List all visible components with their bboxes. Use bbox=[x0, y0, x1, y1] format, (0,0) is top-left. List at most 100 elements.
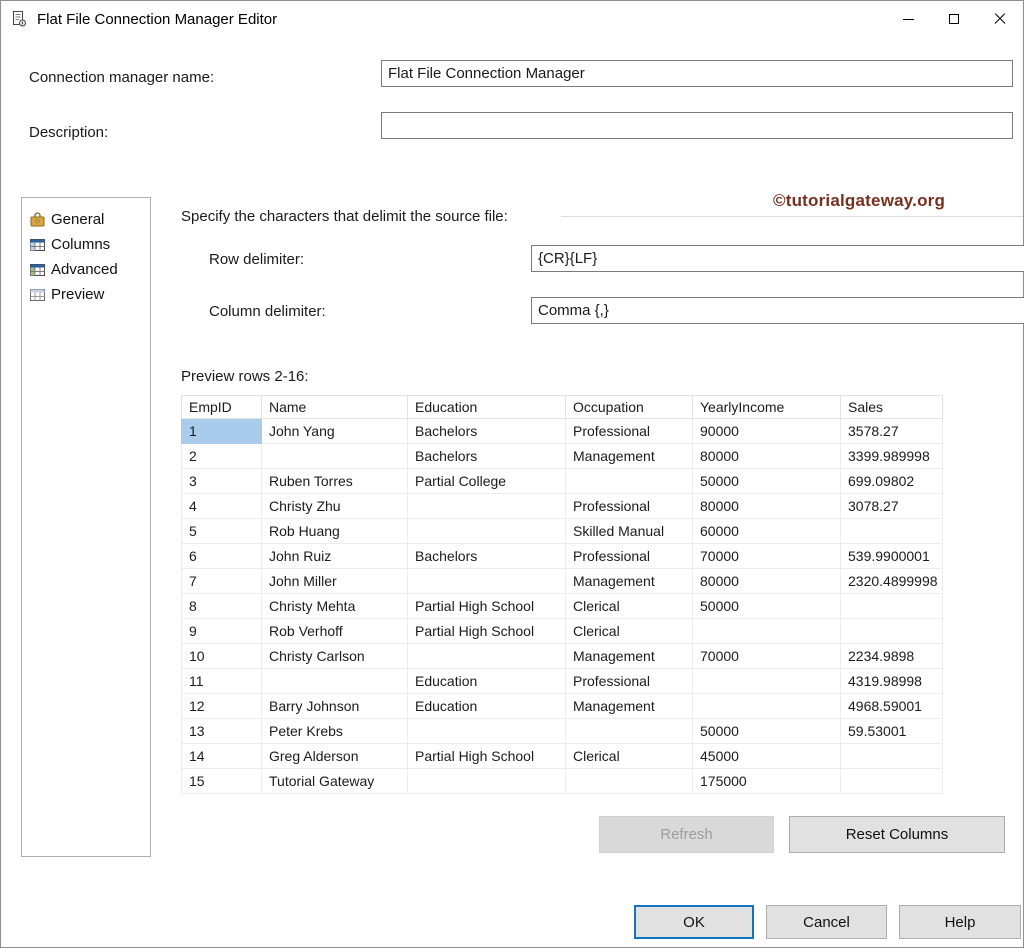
table-cell[interactable] bbox=[566, 719, 693, 744]
table-cell[interactable] bbox=[566, 769, 693, 794]
table-cell[interactable] bbox=[841, 594, 943, 619]
table-cell[interactable]: Christy Zhu bbox=[262, 494, 408, 519]
table-cell[interactable]: 80000 bbox=[693, 494, 841, 519]
table-cell[interactable]: 80000 bbox=[693, 569, 841, 594]
table-cell[interactable]: 45000 bbox=[693, 744, 841, 769]
table-cell[interactable]: 90000 bbox=[693, 419, 841, 444]
table-cell[interactable] bbox=[408, 569, 566, 594]
table-cell[interactable]: 80000 bbox=[693, 444, 841, 469]
table-cell[interactable] bbox=[841, 769, 943, 794]
column-header[interactable]: Occupation bbox=[566, 396, 693, 419]
table-cell[interactable]: 3578.27 bbox=[841, 419, 943, 444]
table-cell[interactable]: Peter Krebs bbox=[262, 719, 408, 744]
table-cell[interactable]: Management bbox=[566, 694, 693, 719]
table-cell[interactable]: 50000 bbox=[693, 469, 841, 494]
table-cell[interactable] bbox=[408, 519, 566, 544]
table-cell[interactable]: Bachelors bbox=[408, 444, 566, 469]
table-cell[interactable]: 7 bbox=[182, 569, 262, 594]
reset-columns-button[interactable]: Reset Columns bbox=[789, 816, 1005, 853]
table-cell[interactable]: 2320.4899998 bbox=[841, 569, 943, 594]
table-cell[interactable]: 539.9900001 bbox=[841, 544, 943, 569]
table-cell[interactable] bbox=[408, 719, 566, 744]
table-cell[interactable]: 4968.59001 bbox=[841, 694, 943, 719]
connection-name-input[interactable] bbox=[381, 60, 1013, 87]
table-cell[interactable] bbox=[262, 669, 408, 694]
table-cell[interactable]: 4319.98998 bbox=[841, 669, 943, 694]
table-cell[interactable]: Partial College bbox=[408, 469, 566, 494]
table-cell[interactable] bbox=[408, 494, 566, 519]
table-cell[interactable]: 9 bbox=[182, 619, 262, 644]
table-cell[interactable]: 13 bbox=[182, 719, 262, 744]
ok-button[interactable]: OK bbox=[634, 905, 754, 939]
description-input[interactable] bbox=[381, 112, 1013, 139]
column-header[interactable]: Name bbox=[262, 396, 408, 419]
table-cell[interactable]: 175000 bbox=[693, 769, 841, 794]
table-cell[interactable]: 5 bbox=[182, 519, 262, 544]
table-cell[interactable]: 59.53001 bbox=[841, 719, 943, 744]
table-cell[interactable]: Greg Alderson bbox=[262, 744, 408, 769]
close-button[interactable] bbox=[977, 1, 1023, 37]
table-cell[interactable]: 15 bbox=[182, 769, 262, 794]
column-header[interactable]: EmpID bbox=[182, 396, 262, 419]
table-cell[interactable]: 8 bbox=[182, 594, 262, 619]
table-cell[interactable]: Bachelors bbox=[408, 544, 566, 569]
table-cell[interactable] bbox=[841, 519, 943, 544]
table-cell[interactable]: Christy Carlson bbox=[262, 644, 408, 669]
cancel-button[interactable]: Cancel bbox=[766, 905, 887, 939]
table-cell[interactable]: 70000 bbox=[693, 644, 841, 669]
sidebar-item-general[interactable]: General bbox=[22, 207, 150, 232]
table-cell[interactable]: Barry Johnson bbox=[262, 694, 408, 719]
table-cell[interactable]: 12 bbox=[182, 694, 262, 719]
table-cell[interactable]: Professional bbox=[566, 544, 693, 569]
table-cell[interactable]: Professional bbox=[566, 494, 693, 519]
table-cell[interactable] bbox=[841, 619, 943, 644]
refresh-button[interactable]: Refresh bbox=[599, 816, 774, 853]
table-cell[interactable]: John Yang bbox=[262, 419, 408, 444]
table-cell[interactable] bbox=[408, 769, 566, 794]
row-delimiter-input[interactable] bbox=[531, 245, 1024, 272]
table-cell[interactable] bbox=[693, 694, 841, 719]
table-cell[interactable]: Clerical bbox=[566, 744, 693, 769]
table-cell[interactable]: Rob Verhoff bbox=[262, 619, 408, 644]
table-cell[interactable] bbox=[693, 669, 841, 694]
sidebar-item-advanced[interactable]: Advanced bbox=[22, 257, 150, 282]
table-cell[interactable]: 1 bbox=[182, 419, 262, 444]
table-cell[interactable]: John Miller bbox=[262, 569, 408, 594]
table-cell[interactable]: 2 bbox=[182, 444, 262, 469]
minimize-button[interactable] bbox=[885, 1, 931, 37]
table-cell[interactable]: Management bbox=[566, 644, 693, 669]
table-cell[interactable] bbox=[841, 744, 943, 769]
table-cell[interactable]: 11 bbox=[182, 669, 262, 694]
table-cell[interactable] bbox=[693, 619, 841, 644]
table-cell[interactable]: 50000 bbox=[693, 594, 841, 619]
table-cell[interactable]: Partial High School bbox=[408, 619, 566, 644]
table-cell[interactable]: 50000 bbox=[693, 719, 841, 744]
table-cell[interactable]: 3 bbox=[182, 469, 262, 494]
table-cell[interactable]: Partial High School bbox=[408, 744, 566, 769]
table-cell[interactable]: Professional bbox=[566, 669, 693, 694]
table-cell[interactable]: 3078.27 bbox=[841, 494, 943, 519]
table-cell[interactable]: 10 bbox=[182, 644, 262, 669]
maximize-button[interactable] bbox=[931, 1, 977, 37]
column-header[interactable]: YearlyIncome bbox=[693, 396, 841, 419]
table-cell[interactable]: Christy Mehta bbox=[262, 594, 408, 619]
help-button[interactable]: Help bbox=[899, 905, 1021, 939]
sidebar-item-columns[interactable]: Columns bbox=[22, 232, 150, 257]
column-delimiter-input[interactable] bbox=[531, 297, 1024, 324]
table-cell[interactable]: Clerical bbox=[566, 594, 693, 619]
table-cell[interactable]: Skilled Manual bbox=[566, 519, 693, 544]
table-cell[interactable]: Management bbox=[566, 569, 693, 594]
table-cell[interactable]: 6 bbox=[182, 544, 262, 569]
table-cell[interactable]: Ruben Torres bbox=[262, 469, 408, 494]
table-cell[interactable]: Bachelors bbox=[408, 419, 566, 444]
table-cell[interactable]: 14 bbox=[182, 744, 262, 769]
table-cell[interactable]: Education bbox=[408, 669, 566, 694]
table-cell[interactable]: Clerical bbox=[566, 619, 693, 644]
table-cell[interactable]: Tutorial Gateway bbox=[262, 769, 408, 794]
sidebar-item-preview[interactable]: Preview bbox=[22, 282, 150, 307]
table-cell[interactable]: Professional bbox=[566, 419, 693, 444]
table-cell[interactable]: 699.09802 bbox=[841, 469, 943, 494]
table-cell[interactable]: John Ruiz bbox=[262, 544, 408, 569]
table-cell[interactable]: Partial High School bbox=[408, 594, 566, 619]
table-cell[interactable] bbox=[566, 469, 693, 494]
